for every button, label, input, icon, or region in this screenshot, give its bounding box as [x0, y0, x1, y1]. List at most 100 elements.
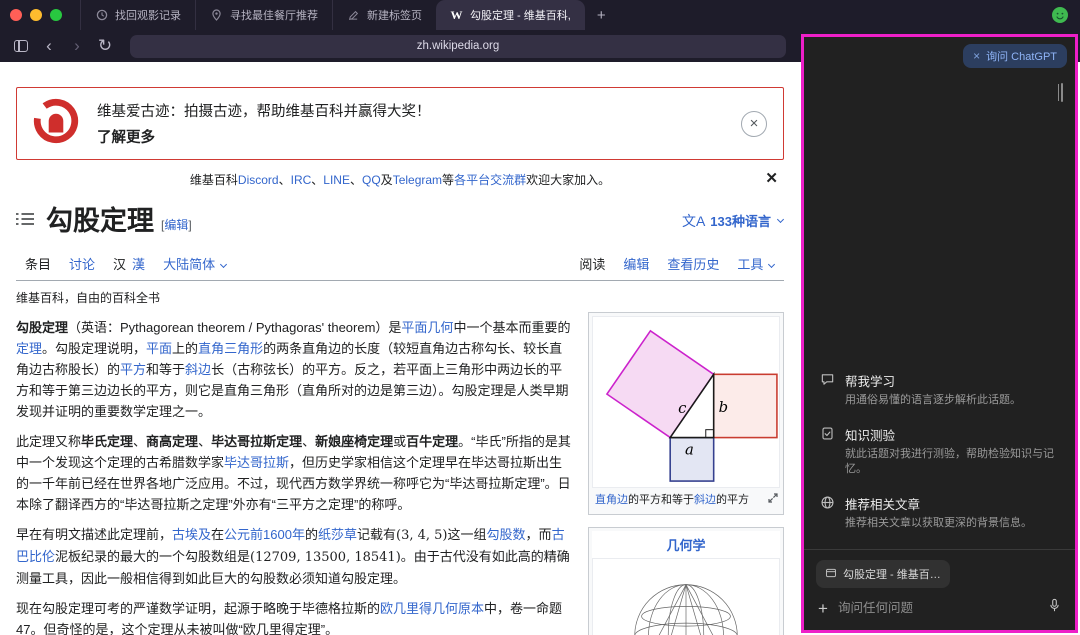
wiki-link[interactable]: Discord [238, 173, 279, 187]
assistant-input-row: + [804, 592, 1075, 630]
forward-icon[interactable]: › [64, 34, 90, 58]
wiki-link[interactable]: 斜边 [185, 362, 211, 377]
tab-gougu-theorem[interactable]: W 勾股定理 - 维基百科, [436, 0, 585, 30]
microphone-icon[interactable] [1048, 598, 1061, 618]
ask-anything-input[interactable] [837, 601, 1038, 615]
location-pin-icon [210, 9, 223, 22]
tab-new-tab-page[interactable]: 新建标签页 [332, 0, 436, 30]
text-segment: 上的 [172, 340, 199, 356]
enlarge-icon[interactable] [768, 493, 778, 508]
wiki-link[interactable]: IRC [291, 173, 312, 187]
tab-history[interactable]: 查看历史 [658, 247, 728, 280]
reload-icon[interactable]: ↻ [92, 34, 118, 58]
assistant-header: × 询问 ChatGPT [804, 37, 1075, 70]
text-segment: 等 [442, 173, 455, 187]
text-segment: ] [188, 217, 192, 232]
pythagoras-figure[interactable]: c b a 直角边的平方和等于斜边的平方 [588, 311, 784, 516]
sidebar-toggle-icon[interactable] [8, 34, 34, 58]
contents-list-icon[interactable] [16, 212, 34, 231]
suggestion-knowledge-quiz[interactable]: 知识测验 就此话题对我进行测验，帮助检验知识与记忆。 [804, 417, 1075, 486]
variant-select[interactable]: 大陆简体 [154, 247, 236, 280]
new-tab-button[interactable]: + [597, 7, 606, 24]
chevron-down-icon [767, 260, 776, 268]
tab-bar: 找回观影记录 寻找最佳餐厅推荐 新建标签页 W 勾股定理 - 维基百科, + [0, 0, 1080, 30]
context-area: 勾股定理 - 维基百… [804, 549, 1075, 592]
wiki-link[interactable]: 直角三角形 [198, 341, 263, 356]
text-segment: 现在勾股定理可考的严谨数学证明，起源于略晚于毕德格拉斯的 [16, 601, 381, 617]
text-segment: 、 [311, 173, 324, 187]
wiki-link[interactable]: 几何原本 [432, 601, 484, 616]
tab-title: 找回观影记录 [115, 10, 181, 22]
variant-simplified[interactable]: 汉 [113, 254, 126, 273]
suggestion-desc: 用通俗易懂的语言逐步解析此话题。 [845, 394, 1021, 407]
back-icon[interactable]: ‹ [36, 34, 62, 58]
page-title: 勾股定理 [46, 206, 154, 236]
tab-tools[interactable]: 工具 [728, 247, 784, 280]
tab-watch-history[interactable]: 找回观影记录 [80, 0, 195, 30]
wiki-link[interactable]: 古埃及 [172, 527, 211, 542]
text-segment: 记载有 [357, 527, 397, 543]
text-segment: 毕氏定理 [81, 433, 134, 449]
address-bar[interactable]: zh.wikipedia.org [130, 34, 786, 58]
wiki-link[interactable]: 平面 [146, 341, 172, 356]
wiki-link[interactable]: 勾股数 [487, 527, 526, 542]
close-window-button[interactable] [10, 9, 22, 21]
suggestion-label: 帮我学习 [845, 375, 896, 390]
tab-article[interactable]: 条目 [16, 247, 60, 280]
text-segment: 、 [278, 173, 291, 187]
wiki-link[interactable]: 平面几何 [401, 320, 453, 335]
wiki-link[interactable]: Telegram [393, 173, 442, 187]
text-segment: 、 [198, 433, 212, 449]
geometry-navbox[interactable]: 几何学 [588, 527, 784, 635]
text-segment: 百牛定理 [406, 433, 459, 449]
ask-chatgpt-button[interactable]: × 询问 ChatGPT [963, 44, 1067, 68]
wiki-link[interactable]: 纸莎草 [318, 527, 357, 542]
wiki-link[interactable]: 编辑 [164, 218, 188, 232]
banner-close-button[interactable]: × [741, 110, 767, 137]
site-banner[interactable]: 维基爱古迹：拍摄古迹，帮助维基百科并赢得大奖！ 了解更多 × [16, 87, 784, 160]
text-segment: 、 [349, 173, 362, 187]
panel-collapse-icon[interactable] [1061, 83, 1063, 102]
tab-read[interactable]: 阅读 [570, 247, 614, 280]
text-segment: 此定理又称 [16, 433, 82, 449]
tab-edit[interactable]: 编辑 [614, 247, 658, 280]
wiki-link[interactable]: QQ [362, 173, 381, 187]
minimize-window-button[interactable] [30, 9, 42, 21]
tab-talk[interactable]: 讨论 [60, 247, 104, 280]
url-text: zh.wikipedia.org [416, 40, 500, 52]
wiki-link[interactable]: LINE [323, 173, 350, 187]
notice-close-button[interactable]: ✕ [765, 169, 778, 187]
tab-restaurant-search[interactable]: 寻找最佳餐厅推荐 [195, 0, 332, 30]
suggestion-help-me-learn[interactable]: 帮我学习 用通俗易懂的语言逐步解析此话题。 [804, 363, 1075, 416]
profile-avatar[interactable] [1052, 7, 1068, 23]
wiki-link[interactable]: 公元前1600年 [224, 527, 305, 542]
geometry-box-title[interactable]: 几何学 [592, 531, 780, 559]
wiki-link[interactable]: 毕达哥拉斯 [224, 455, 289, 470]
wiki-link[interactable]: 定理 [16, 341, 42, 356]
browser-toolbar: ‹ › ↻ zh.wikipedia.org [0, 30, 802, 62]
wiki-link[interactable]: 斜边 [694, 494, 716, 506]
text-segment: 和等于 [146, 361, 186, 377]
languages-button[interactable]: 文A 133种语言 [682, 211, 785, 231]
edit-title-link[interactable]: [编辑] [161, 216, 192, 233]
page-context-chip[interactable]: 勾股定理 - 维基百… [816, 560, 950, 588]
wiki-link[interactable]: 直角边 [595, 494, 628, 506]
wiki-link[interactable]: 欧几里得 [380, 601, 432, 616]
ask-chatgpt-label: 询问 ChatGPT [986, 51, 1057, 63]
zoom-window-button[interactable] [50, 9, 62, 21]
wiki-link[interactable]: 各平台交流群 [454, 173, 526, 187]
banner-learn-more-link[interactable]: 了解更多 [97, 126, 431, 147]
attach-plus-icon[interactable]: + [818, 600, 828, 617]
variant-traditional[interactable]: 漢 [132, 254, 145, 273]
close-icon: × [749, 115, 759, 132]
text-segment: 在 [211, 527, 225, 543]
assistant-panel: × 询问 ChatGPT 帮我学习 用通俗易懂的语言逐步解析此话题。 知识测验 … [801, 34, 1078, 633]
tab-title: 勾股定理 - 维基百科, [470, 10, 571, 22]
variant-switch[interactable]: 汉 漢 [104, 247, 154, 280]
text-segment: 。勾股定理说明， [42, 340, 147, 356]
wiki-link[interactable]: 平方 [120, 362, 146, 377]
chevron-down-icon [219, 260, 227, 268]
text-segment: 、 [133, 433, 147, 449]
suggestion-related-articles[interactable]: 推荐相关文章 推荐相关文章以获取更深的背景信息。 [804, 486, 1075, 539]
wiki-loves-monuments-logo [31, 96, 81, 151]
